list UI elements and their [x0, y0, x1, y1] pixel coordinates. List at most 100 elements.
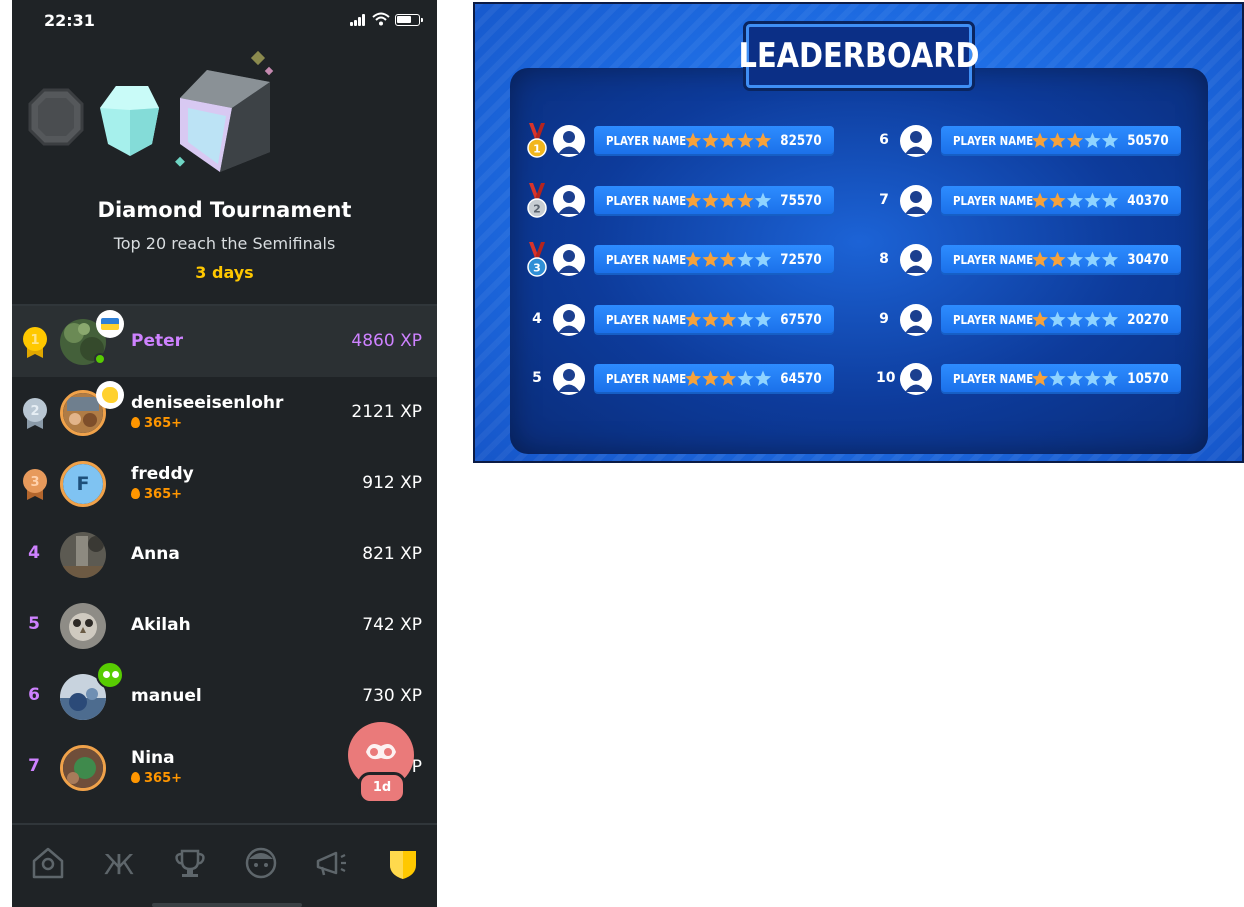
- player-name: PLAYER NAME: [606, 253, 687, 267]
- avatar[interactable]: [60, 603, 106, 649]
- star-empty-icon: [1049, 311, 1066, 327]
- star-empty-icon: [1084, 251, 1101, 267]
- star-filled-icon: [737, 132, 754, 148]
- avatar[interactable]: F: [60, 461, 106, 507]
- medal-rank-text: 2: [533, 202, 541, 215]
- leaderboard-row[interactable]: 3 F freddy 365+ 912 XP: [12, 448, 437, 519]
- leaderboard-row[interactable]: 2 deniseeisenlohr 365+ 2121 XP: [12, 377, 437, 448]
- player-avatar-icon: [900, 303, 932, 336]
- star-filled-icon: [719, 192, 737, 208]
- star-rating: [1031, 311, 1119, 327]
- star-empty-icon: [1084, 132, 1101, 148]
- locked-league-gem-icon: [28, 88, 84, 146]
- player-avatar-icon: [900, 184, 932, 217]
- player-avatar-icon: [553, 244, 585, 276]
- medal-rank-text: 1: [533, 143, 541, 156]
- player-name: PLAYER NAME: [953, 372, 1034, 386]
- player-score: 67570: [780, 311, 822, 328]
- leaderboard-entry: 8 PLAYER NAME 30470: [872, 240, 1212, 280]
- player-avatar-icon: [900, 363, 932, 395]
- star-rating: [1031, 132, 1119, 148]
- silver-medal-icon: 2: [23, 398, 47, 429]
- shield-icon[interactable]: [383, 843, 423, 883]
- streak-flame-icon: [131, 488, 140, 499]
- star-filled-icon: [702, 311, 719, 327]
- rank-number: 10: [876, 370, 896, 386]
- star-rating: [684, 311, 772, 327]
- leaderboard-row[interactable]: 1 Peter 4860 XP: [12, 306, 437, 377]
- player-name: Peter: [131, 331, 184, 351]
- leaderboard-row[interactable]: 4 Anna 821 XP: [12, 519, 437, 590]
- star-rating: [1031, 370, 1119, 386]
- streak-flame-icon: [131, 417, 140, 428]
- friends-icon[interactable]: [241, 843, 281, 883]
- gold-medal-icon: 1: [23, 327, 47, 358]
- star-empty-icon: [1049, 370, 1066, 386]
- leaderboard-entry: 10 PLAYER NAME 10570: [872, 359, 1212, 399]
- leaderboard-entry: 1 PLAYER NAME 82570: [525, 121, 865, 161]
- leaderboard-graphic: LEADERBOARD 1 PLAYER NAME 82570 2 PLAYER NAM…: [473, 2, 1244, 463]
- letters-icon[interactable]: Ж: [99, 843, 139, 883]
- home-icon[interactable]: [28, 843, 68, 883]
- player-name: Akilah: [131, 615, 191, 635]
- leaderboard-entry: 9 PLAYER NAME 20270: [872, 300, 1212, 340]
- trophy-icon[interactable]: [170, 843, 210, 883]
- player-name: Anna: [131, 544, 180, 564]
- leaderboard-entry: 4 PLAYER NAME 67570: [525, 300, 865, 340]
- player-score: 64570: [780, 371, 822, 387]
- player-score-bar: PLAYER NAME 72570: [594, 245, 834, 275]
- announcements-icon[interactable]: [312, 843, 352, 883]
- star-empty-icon: [1101, 251, 1119, 267]
- star-filled-icon: [684, 370, 702, 386]
- star-empty-icon: [1101, 311, 1119, 327]
- avatar[interactable]: [60, 532, 106, 578]
- duo-owl-badge-icon: [96, 661, 124, 689]
- star-filled-icon: [1066, 132, 1084, 148]
- star-filled-icon: [702, 192, 719, 208]
- streak-flame-icon: [131, 772, 140, 783]
- leaderboard-row[interactable]: 5 Akilah 742 XP: [12, 590, 437, 661]
- player-score: 40370: [1127, 192, 1169, 209]
- star-empty-icon: [1101, 192, 1119, 208]
- muscle-emoji-badge-icon: [96, 381, 124, 409]
- star-empty-icon: [1066, 251, 1084, 267]
- star-rating: [684, 251, 772, 267]
- star-empty-icon: [754, 251, 772, 267]
- online-status-indicator: [94, 353, 106, 365]
- player-score-bar: PLAYER NAME 10570: [941, 364, 1181, 394]
- tournament-title: Diamond Tournament: [97, 198, 352, 222]
- player-name: PLAYER NAME: [606, 372, 687, 386]
- star-filled-icon: [719, 251, 737, 267]
- leaderboard-entry: 3 PLAYER NAME 72570: [525, 240, 865, 280]
- star-rating: [1031, 192, 1119, 208]
- player-name: deniseeisenlohr: [131, 393, 284, 413]
- duolingo-leaderboard-screen: 22:31 Diamond Tournament Top 20 reach th…: [12, 0, 437, 907]
- diamond-league-gem-icon: [175, 50, 274, 172]
- leaderboard-entry: 7 PLAYER NAME 40370: [872, 181, 1212, 221]
- rank-number: 8: [879, 251, 889, 267]
- star-rating: [684, 370, 772, 386]
- player-xp: 730 XP: [362, 686, 422, 706]
- silver-medal-icon: 2: [527, 182, 547, 218]
- star-rating: [684, 192, 772, 208]
- tournament-time-left: 3 days: [195, 263, 254, 282]
- star-empty-icon: [1066, 192, 1084, 208]
- star-empty-icon: [1084, 370, 1101, 386]
- star-filled-icon: [1031, 251, 1049, 267]
- avatar-letter: F: [63, 464, 103, 504]
- player-score-bar: PLAYER NAME 82570: [594, 126, 834, 156]
- player-score: 10570: [1127, 371, 1169, 387]
- player-avatar-icon: [900, 244, 932, 276]
- home-indicator: [152, 903, 302, 907]
- player-avatar-icon: [900, 125, 932, 157]
- player-xp: 912 XP: [362, 473, 422, 493]
- player-name: PLAYER NAME: [953, 253, 1034, 267]
- avatar[interactable]: [60, 745, 106, 791]
- player-xp: 821 XP: [362, 544, 422, 564]
- player-score-bar: PLAYER NAME 20270: [941, 304, 1181, 335]
- star-filled-icon: [1049, 192, 1066, 208]
- star-filled-icon: [1031, 311, 1049, 327]
- player-xp: 742 XP: [362, 615, 422, 635]
- player-avatar-icon: [553, 303, 585, 336]
- gold-medal-icon: 1: [527, 123, 547, 158]
